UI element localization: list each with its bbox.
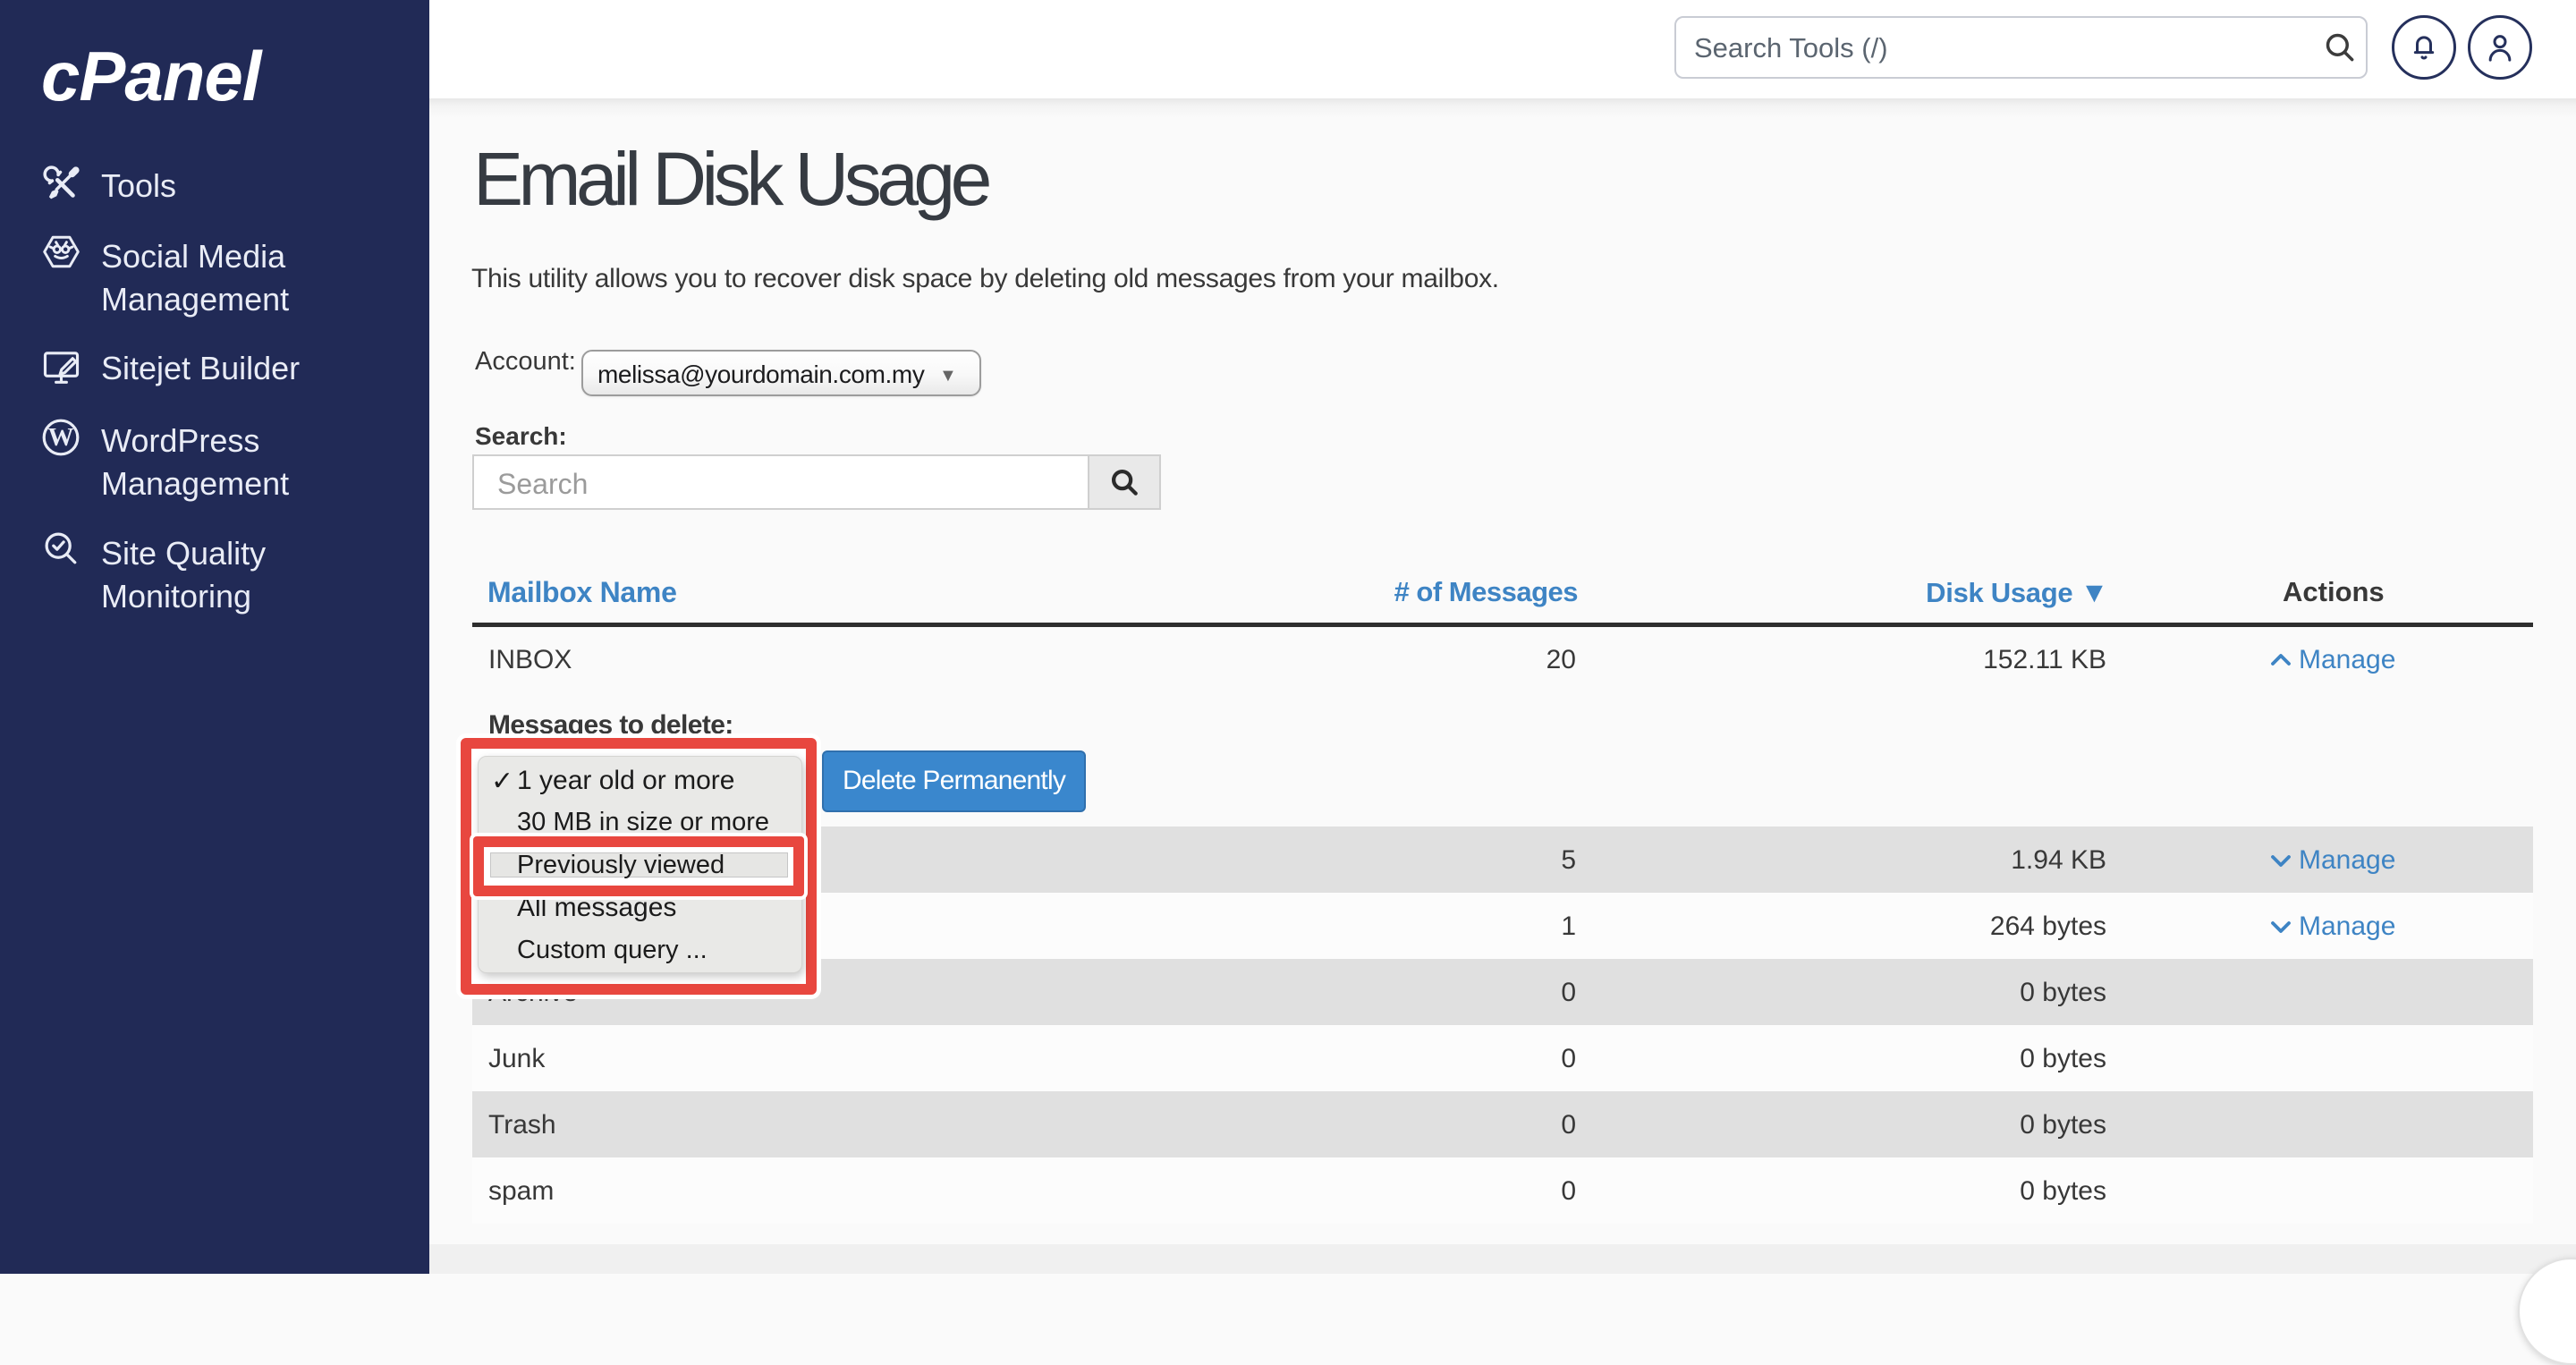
svg-text:W: W [48,423,74,452]
